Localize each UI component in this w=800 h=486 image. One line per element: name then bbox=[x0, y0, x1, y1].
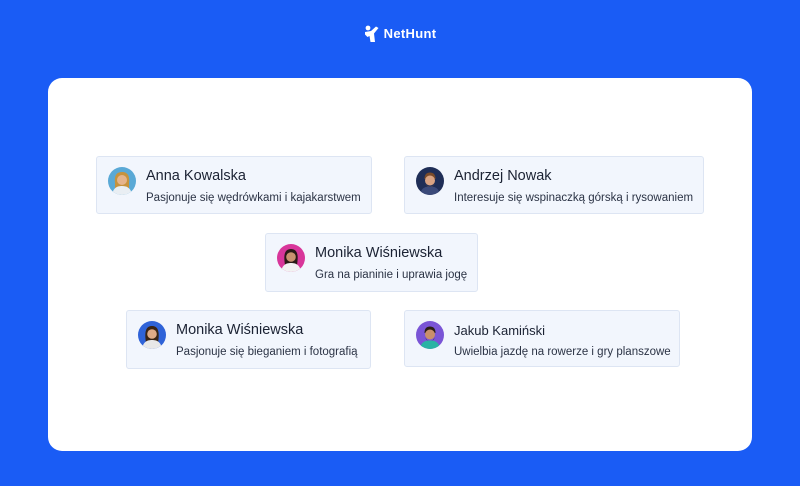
person-name: Jakub Kamiński bbox=[454, 323, 546, 338]
avatar bbox=[277, 244, 305, 272]
avatar bbox=[416, 167, 444, 195]
avatar bbox=[416, 321, 444, 349]
person-card-andrzej-nowak: Andrzej Nowak Interesuje się wspinaczką … bbox=[404, 156, 704, 214]
avatar bbox=[108, 167, 136, 195]
person-card-monika-wisniewska-1: Monika Wiśniewska Gra na pianinie i upra… bbox=[265, 233, 478, 292]
person-name: Monika Wiśniewska bbox=[315, 245, 443, 261]
person-card-monika-wisniewska-2: Monika Wiśniewska Pasjonuje się bieganie… bbox=[126, 310, 371, 369]
person-card-jakub-kaminski: Jakub Kamiński Uwielbia jazdę na rowerze… bbox=[404, 310, 680, 367]
person-description: Gra na pianinie i uprawia jogę bbox=[315, 269, 468, 281]
person-description: Interesuje się wspinaczką górską i rysow… bbox=[454, 192, 694, 204]
person-description: Uwielbia jazdę na rowerze i gry planszow… bbox=[454, 346, 671, 358]
avatar bbox=[138, 321, 166, 349]
nethunt-logo-icon bbox=[364, 25, 379, 42]
brand-name: NetHunt bbox=[383, 26, 437, 41]
person-name: Anna Kowalska bbox=[146, 168, 246, 184]
person-name: Monika Wiśniewska bbox=[176, 322, 304, 338]
person-name: Andrzej Nowak bbox=[454, 168, 552, 184]
person-description: Pasjonuje się bieganiem i fotografią bbox=[176, 346, 358, 358]
content-panel: Anna Kowalska Pasjonuje się wędrówkami i… bbox=[48, 78, 752, 451]
person-card-anna-kowalska: Anna Kowalska Pasjonuje się wędrówkami i… bbox=[96, 156, 372, 214]
brand-logo: NetHunt bbox=[0, 25, 800, 43]
person-description: Pasjonuje się wędrówkami i kajakarstwem bbox=[146, 192, 361, 204]
